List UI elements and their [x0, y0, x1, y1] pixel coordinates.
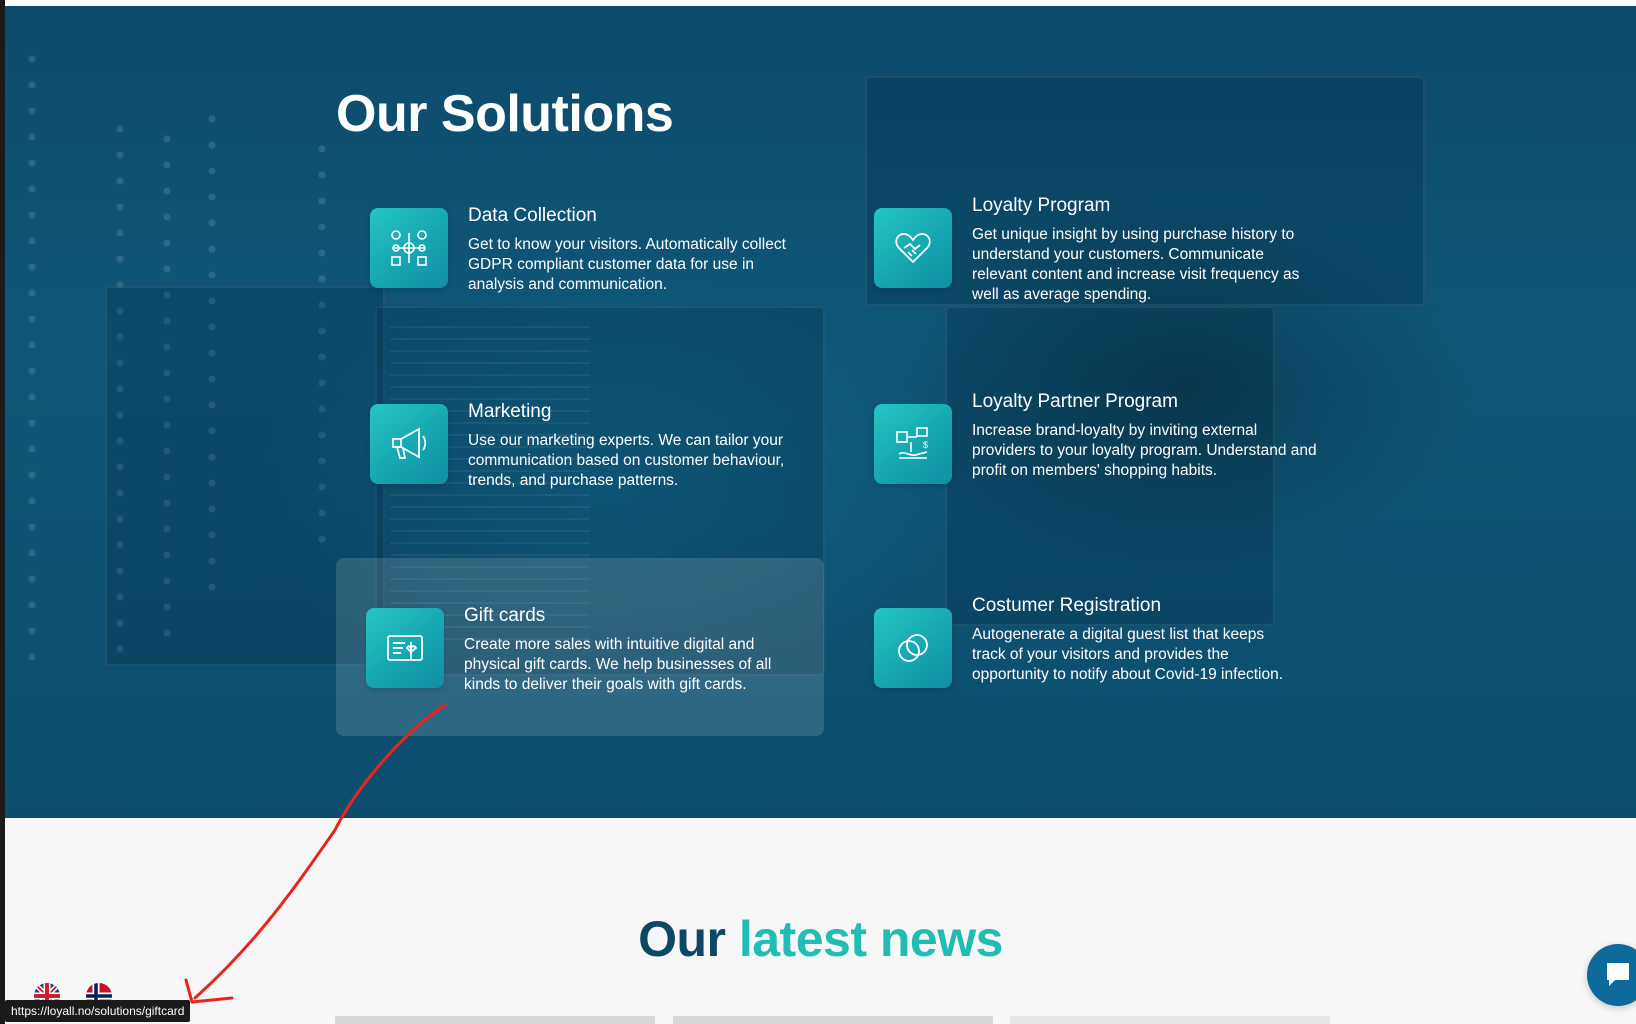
solution-description: Get to know your visitors. Automatically… — [468, 236, 786, 293]
news-card[interactable] — [1010, 1016, 1330, 1024]
solution-card-data-collection[interactable]: Data Collection Get to know your visitor… — [340, 172, 828, 350]
solution-description: Get unique insight by using purchase his… — [972, 226, 1300, 303]
megaphone-icon — [370, 404, 448, 484]
solution-card-loyalty-partner-program[interactable]: $ Loyalty Partner Program Increase brand… — [844, 368, 1332, 546]
news-card[interactable] — [335, 1016, 655, 1024]
solution-title: Gift cards — [464, 605, 546, 626]
gift-card-icon — [366, 608, 444, 688]
bg-decor — [25, 46, 39, 666]
partner-exchange-icon: $ — [874, 404, 952, 484]
news-title-part2: latest news — [738, 911, 1004, 967]
solution-card-gift-cards[interactable]: Gift cards Create more sales with intuit… — [336, 558, 824, 736]
solution-title: Data Collection — [468, 205, 597, 226]
solution-title: Costumer Registration — [972, 595, 1162, 616]
solution-card-marketing[interactable]: Marketing Use our marketing experts. We … — [340, 368, 828, 546]
news-title-part1: Our — [638, 911, 739, 967]
linked-rings-icon — [874, 608, 952, 688]
solution-description: Use our marketing experts. We can tailor… — [468, 432, 785, 489]
news-section-title: Our latest news — [5, 910, 1636, 968]
solution-card-costumer-registration[interactable]: Costumer Registration Autogenerate a dig… — [844, 564, 1332, 742]
solution-description: Autogenerate a digital guest list that k… — [972, 626, 1284, 683]
solution-card-loyalty-program[interactable]: Loyalty Program Get unique insight by us… — [844, 172, 1332, 350]
page: Our Solutions Data Collection Get to kno… — [5, 0, 1636, 1024]
chat-button[interactable] — [1587, 944, 1636, 1006]
solution-title: Marketing — [468, 401, 552, 422]
solutions-section: Our Solutions Data Collection Get to kno… — [5, 6, 1636, 818]
heart-handshake-icon — [874, 208, 952, 288]
chat-bubble-icon — [1607, 963, 1629, 986]
solution-description: Create more sales with intuitive digital… — [464, 636, 772, 693]
data-network-icon — [370, 208, 448, 288]
news-card[interactable] — [673, 1016, 993, 1024]
solution-description: Increase brand-loyalty by inviting exter… — [972, 422, 1317, 479]
svg-text:$: $ — [923, 440, 928, 450]
status-bar-url: https://loyall.no/solutions/giftcard — [5, 1000, 191, 1022]
section-title: Our Solutions — [336, 85, 674, 143]
solution-title: Loyalty Partner Program — [972, 391, 1178, 412]
solution-title: Loyalty Program — [972, 195, 1111, 216]
